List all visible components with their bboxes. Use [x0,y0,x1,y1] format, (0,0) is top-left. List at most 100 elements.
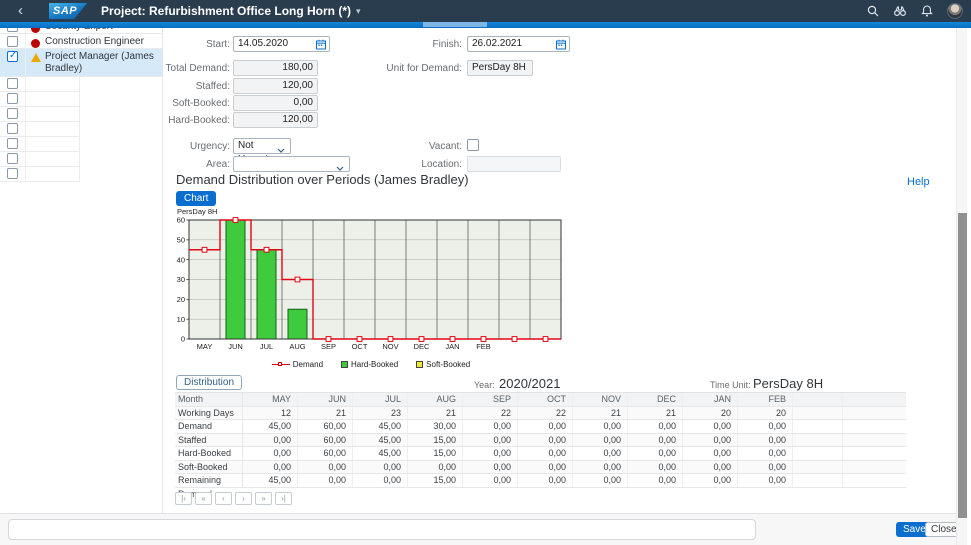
cell-value: 0,00 [683,447,738,460]
cell-value: 0,00 [243,447,298,460]
table-row[interactable]: Demand45,0060,0045,0030,000,000,000,000,… [175,420,906,434]
cell-value: 0,00 [573,434,628,447]
vertical-scrollbar[interactable] [956,28,967,545]
area-select[interactable] [233,156,350,172]
svg-text:10: 10 [177,315,185,324]
table-row[interactable]: Hard-Booked0,0060,0045,0015,000,000,000,… [175,447,906,461]
cell-value: 20 [683,407,738,420]
table-row[interactable]: Staffed0,0060,0045,0015,000,000,000,000,… [175,434,906,448]
fast-forward-button[interactable]: » [255,492,272,505]
urgency-select[interactable]: Not Urgent [233,138,291,154]
cell-value: 0,00 [738,420,793,433]
distribution-button[interactable]: Distribution [176,375,242,390]
cell-value [843,420,906,433]
table-row[interactable]: Soft-Booked0,000,000,000,000,000,000,000… [175,461,906,475]
partially-scrolled-element [423,22,487,27]
row-checkbox[interactable] [7,28,18,32]
chart-button[interactable]: Chart [176,191,216,206]
cell-value: 0,00 [463,474,518,487]
cell-value: 0,00 [738,474,793,487]
table-header-row: MonthMAYJUNJULAUGSEPOCTNOVDECJANFEB [175,393,906,407]
list-item-empty[interactable] [0,107,80,122]
scrollbar-thumb[interactable] [958,213,967,518]
cell-value: 22 [518,407,573,420]
cell-value: 23 [353,407,408,420]
cell-value: 45,00 [353,420,408,433]
urgency-label: Urgency: [118,141,230,152]
cell-value: 45,00 [243,420,298,433]
cell-value [793,461,843,474]
user-avatar[interactable] [947,3,963,19]
legend-item: Soft-Booked [416,360,470,369]
svg-text:FEB: FEB [476,342,491,351]
search-icon[interactable] [866,4,880,18]
row-checkbox[interactable] [7,138,18,149]
calendar-icon[interactable] [556,39,566,55]
column-header: SEP [463,393,518,406]
list-item-empty[interactable] [0,92,80,107]
cell-value: 60,00 [298,420,353,433]
binoculars-icon[interactable] [893,4,907,18]
cell-value: 45,00 [353,434,408,447]
first-page-button[interactable]: |‹ [175,492,192,505]
svg-text:30: 30 [177,275,185,284]
row-label: Working Days [175,407,243,420]
column-header [793,393,843,406]
column-header: JUL [353,393,408,406]
row-label: Staffed [175,434,243,447]
table-row[interactable]: Remaining Demand45,000,000,0015,000,000,… [175,474,906,488]
next-page-button[interactable]: › [235,492,252,505]
cell-value: 0,00 [628,461,683,474]
message-area[interactable] [8,519,756,540]
row-checkbox[interactable] [7,36,18,47]
row-checkbox[interactable] [7,93,18,104]
fast-backward-button[interactable]: « [195,492,212,505]
last-page-button[interactable]: ›| [275,492,292,505]
column-header: Month [175,393,243,406]
error-status-icon [31,28,40,33]
row-checkbox[interactable] [7,78,18,89]
app-window: ‹ SAP Project: Refurbishment Office Long… [0,0,971,545]
title-dropdown-caret[interactable]: ▾ [356,6,361,17]
list-item-empty[interactable] [0,77,80,92]
finish-label: Finish: [350,39,462,50]
list-item-empty[interactable] [0,152,80,167]
cell-value: 0,00 [353,461,408,474]
cell-value: 12 [243,407,298,420]
list-item-empty[interactable] [0,167,80,182]
row-checkbox[interactable] [7,108,18,119]
cell-value: 0,00 [628,434,683,447]
table-paginator: |‹«‹›»›| [175,492,292,505]
row-checkbox[interactable] [7,153,18,164]
page-title[interactable]: Project: Refurbishment Office Long Horn … [101,4,351,18]
start-date-input[interactable]: 14.05.2020 [233,36,330,52]
calendar-icon[interactable] [316,39,326,55]
row-label: Remaining Demand [175,474,243,487]
list-item-empty[interactable] [0,137,80,152]
row-checkbox-checked[interactable] [7,51,18,62]
column-header: JUN [298,393,353,406]
list-item-empty[interactable] [0,122,80,137]
cell-value: 20 [738,407,793,420]
staffed-field: 120,00 [233,78,318,94]
table-row[interactable]: Working Days12212321222221212020 [175,407,906,421]
cell-value: 0,00 [463,447,518,460]
row-checkbox[interactable] [7,168,18,179]
previous-page-button[interactable]: ‹ [215,492,232,505]
notifications-bell-icon[interactable] [920,4,934,18]
row-checkbox[interactable] [7,123,18,134]
column-header: OCT [518,393,573,406]
cell-value [843,461,906,474]
cell-value: 0,00 [738,447,793,460]
help-link[interactable]: Help [907,176,930,188]
finish-date-input[interactable]: 26.02.2021 [467,36,570,52]
vacant-checkbox[interactable] [467,139,479,151]
cell-value: 0,00 [683,461,738,474]
legend-item: Hard-Booked [341,360,398,369]
svg-text:NOV: NOV [382,342,398,351]
error-status-icon [31,39,40,48]
cell-value: 0,00 [298,461,353,474]
cell-value: 0,00 [628,420,683,433]
time-unit-label: Time Unit: [710,380,751,390]
back-button[interactable]: ‹ [18,1,23,21]
